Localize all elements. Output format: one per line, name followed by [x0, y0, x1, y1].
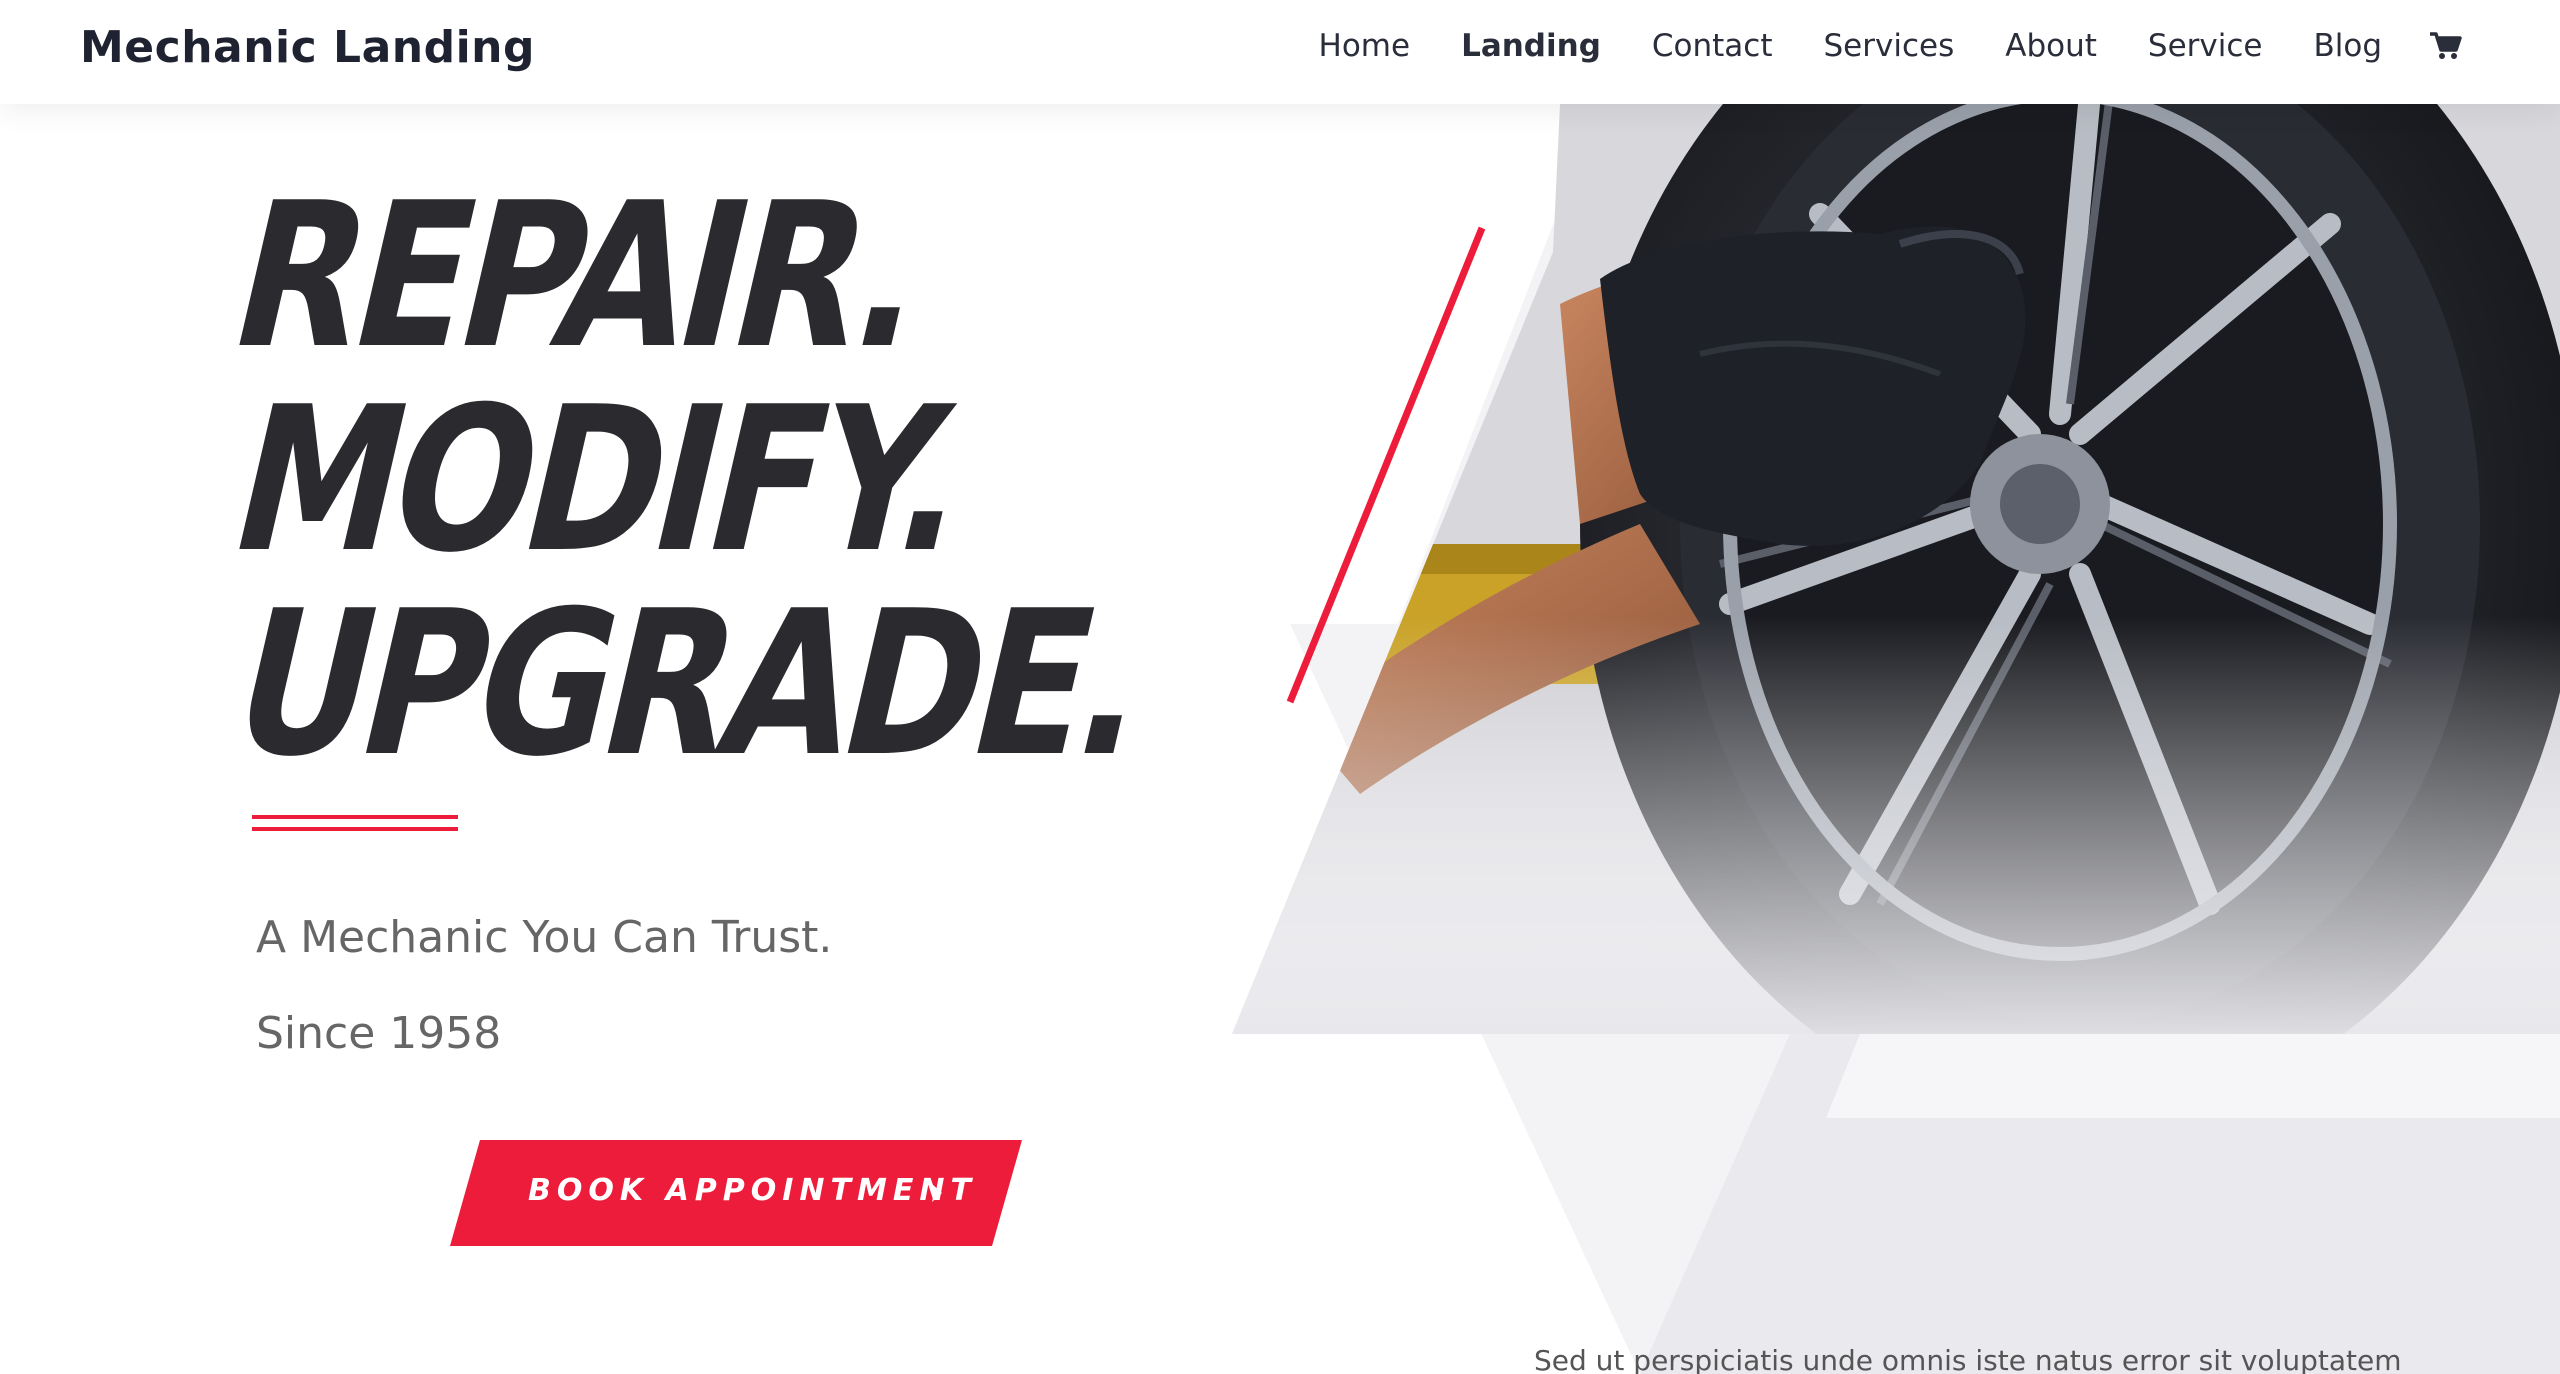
main-nav: Home Landing Contact Services About Serv… — [1268, 28, 2462, 64]
hero-tagline: A Mechanic You Can Trust. — [256, 912, 833, 963]
hero-headline: REPAIR. MODIFY. UPGRADE. — [213, 160, 1337, 801]
headline-line-upgrade: UPGRADE. — [213, 568, 1167, 801]
headline-divider — [252, 815, 458, 837]
book-appointment-button[interactable]: BOOK APPOINTMENT — [450, 1140, 1022, 1246]
site-logo[interactable]: Mechanic Landing — [80, 22, 535, 73]
site-header: Mechanic Landing Home Landing Contact Se… — [0, 0, 2560, 104]
headline-line-repair: REPAIR. — [213, 160, 945, 393]
nav-service[interactable]: Service — [2148, 28, 2263, 64]
intro-paragraph: Sed ut perspiciatis unde omnis iste natu… — [1534, 1344, 2402, 1374]
nav-home[interactable]: Home — [1319, 28, 1411, 64]
headline-line-modify: MODIFY. — [213, 364, 987, 597]
cart-icon[interactable] — [2428, 29, 2462, 63]
nav-about[interactable]: About — [2005, 28, 2097, 64]
nav-contact[interactable]: Contact — [1652, 28, 1773, 64]
nav-services[interactable]: Services — [1824, 28, 1955, 64]
nav-landing[interactable]: Landing — [1461, 28, 1601, 64]
caret-right-icon — [932, 1184, 942, 1202]
nav-blog[interactable]: Blog — [2313, 28, 2382, 64]
hero-since: Since 1958 — [256, 1008, 502, 1059]
cta-label: BOOK APPOINTMENT — [528, 1173, 977, 1208]
